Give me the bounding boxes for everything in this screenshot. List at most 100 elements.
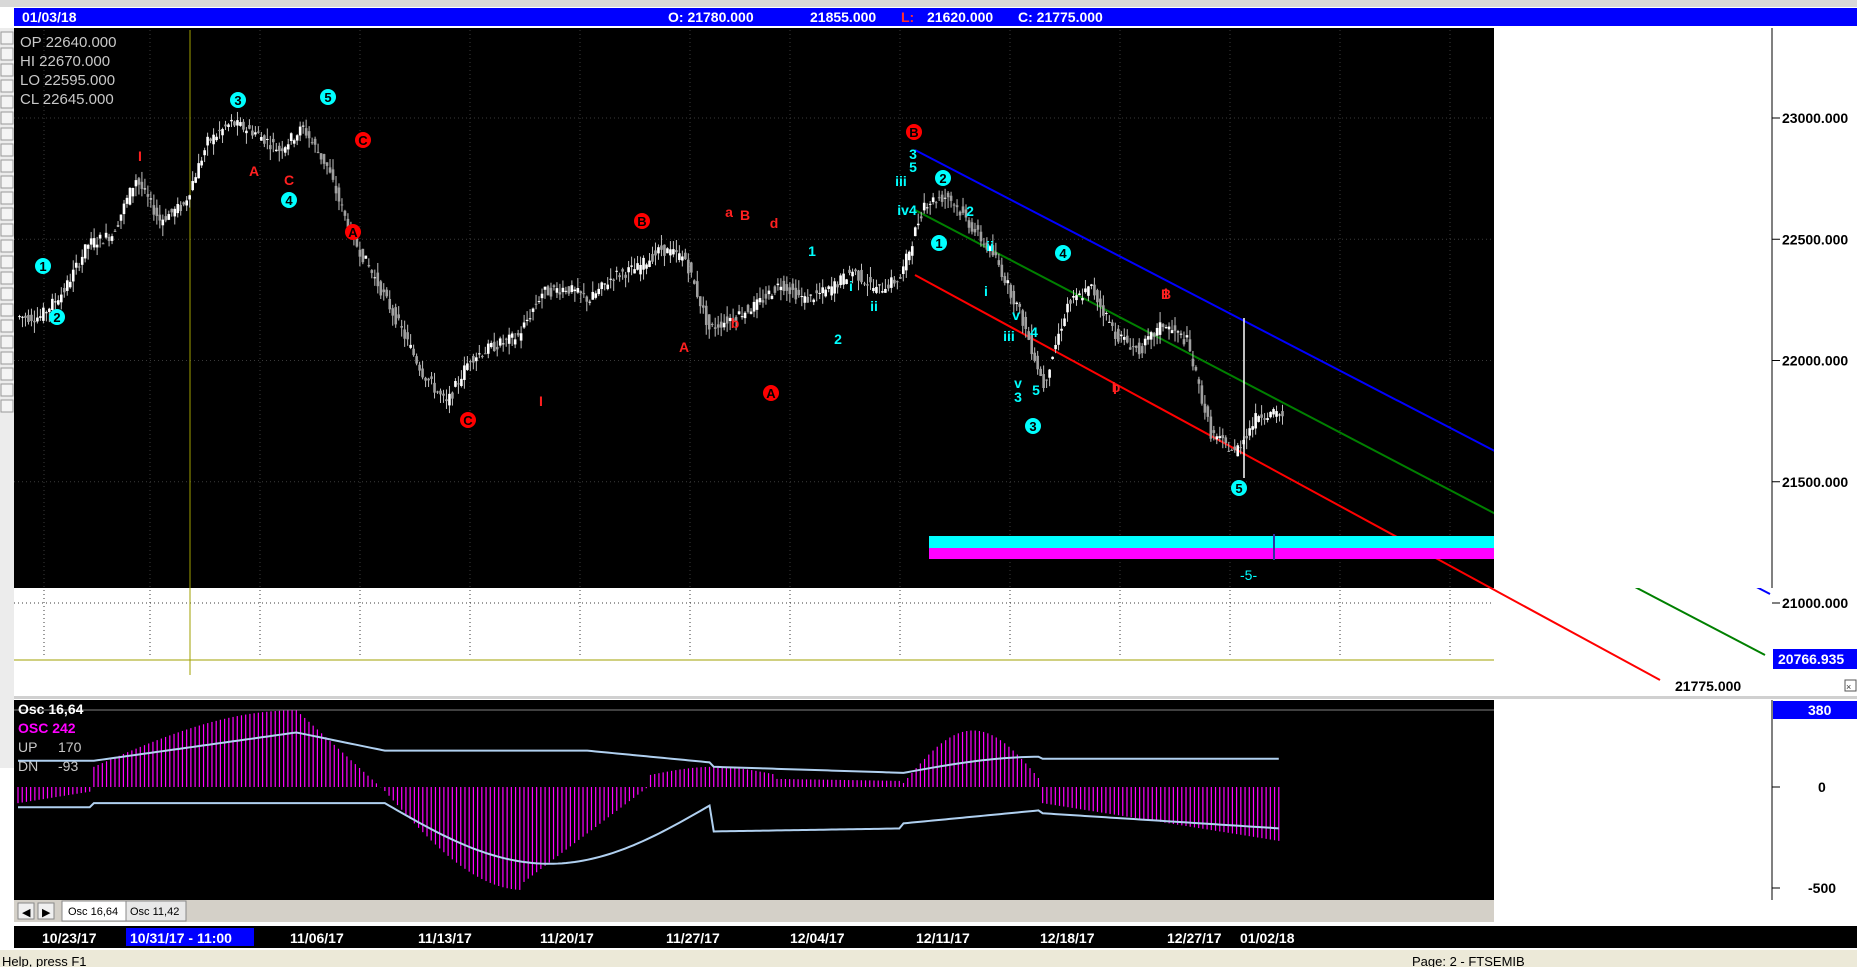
candle-body — [236, 120, 239, 126]
candle-body — [119, 214, 123, 221]
candle-body — [313, 138, 317, 145]
candle-body — [797, 289, 801, 296]
candle-body — [1140, 346, 1144, 354]
candle-body — [507, 334, 511, 344]
candle-body — [1254, 413, 1257, 429]
candle-body — [848, 269, 851, 273]
candle-body — [451, 392, 454, 399]
candle-body — [564, 290, 568, 292]
date-label: 10/23/17 — [42, 930, 97, 946]
wave-label-cyan-circled: 1 — [935, 236, 942, 251]
candle-body — [480, 356, 484, 358]
candle-body — [1078, 293, 1081, 296]
candle-body — [561, 287, 565, 293]
candle-body — [1263, 418, 1266, 420]
candle-body — [630, 265, 633, 267]
candle-body — [89, 238, 93, 245]
candle-body — [1212, 430, 1216, 433]
candle-body — [767, 290, 771, 295]
wave-label-cyan: 2 — [834, 331, 842, 347]
candle-body — [934, 202, 938, 204]
candle-body — [257, 131, 260, 133]
candle-body — [537, 301, 541, 303]
candle-body — [1009, 284, 1013, 298]
current-level-value: 20766.935 — [1778, 651, 1844, 667]
panel-separator[interactable] — [14, 696, 1857, 699]
candle-body — [952, 204, 956, 206]
candle-body — [224, 124, 227, 127]
candle-body — [1072, 295, 1075, 298]
tab-scroll-left-button[interactable]: ◀ — [17, 902, 35, 920]
candle-body — [746, 305, 750, 312]
candle-body — [776, 283, 780, 286]
candle-body — [740, 316, 744, 318]
candle-body — [1224, 437, 1228, 443]
candle-body — [624, 274, 627, 278]
candle-body — [292, 140, 296, 144]
target-label: -5- — [1240, 567, 1257, 583]
tab-scroll-right-button[interactable]: ▶ — [37, 902, 55, 920]
wave-label-cyan-circled: 2 — [939, 171, 946, 186]
candle-body — [131, 187, 135, 197]
candle-body — [845, 279, 848, 285]
candle-body — [21, 316, 24, 318]
candle-body — [1179, 333, 1183, 335]
candle-body — [1143, 338, 1147, 346]
header-open: O: 21780.000 — [668, 9, 754, 25]
candle-body — [388, 298, 392, 310]
candle-body — [24, 315, 27, 318]
candle-body — [110, 236, 114, 241]
candle-body — [71, 269, 75, 282]
wave-label-cyan: iii — [895, 173, 907, 189]
candle-body — [203, 150, 206, 156]
candle-body — [973, 229, 977, 233]
candle-body — [994, 252, 998, 256]
candle-body — [588, 301, 592, 303]
candle-body — [310, 142, 314, 144]
tab-osc-11-42[interactable]: Osc 11,42 — [125, 900, 187, 922]
candle-body — [955, 205, 959, 208]
candle-body — [1215, 436, 1219, 440]
candle-body — [979, 231, 983, 242]
candle-body — [1173, 325, 1177, 331]
candle-body — [403, 329, 406, 339]
candle-body — [528, 318, 532, 320]
candle-body — [928, 203, 932, 205]
wave-label-cyan-circled: 5 — [324, 90, 331, 105]
tab-osc-16-64[interactable]: Osc 16,64 — [61, 900, 127, 922]
svg-text:◀: ◀ — [22, 907, 31, 919]
candle-body — [385, 289, 389, 297]
candle-body — [839, 275, 842, 286]
candle-body — [669, 249, 672, 256]
oscillator-axis — [1494, 700, 1857, 900]
candle-body — [1122, 336, 1126, 340]
candle-body — [74, 262, 78, 268]
candle-body — [48, 308, 51, 312]
candle-body — [436, 391, 439, 393]
scroll-icon[interactable]: × — [1844, 679, 1857, 692]
candle-body — [603, 283, 607, 285]
candle-body — [149, 198, 153, 200]
osc-dn-value: -93 — [58, 758, 78, 774]
wave-label-cyan: ii — [870, 298, 878, 314]
candle-body — [1233, 446, 1237, 451]
candle-body — [854, 269, 857, 272]
candle-body — [690, 262, 693, 273]
wave-label-red-circled: C — [358, 133, 368, 148]
osc-dn-label: DN — [18, 758, 38, 774]
candle-body — [1155, 327, 1159, 336]
candle-body — [194, 177, 197, 183]
candle-body — [881, 291, 884, 293]
candle-body — [1102, 305, 1105, 316]
candle-body — [922, 202, 926, 211]
candle-body — [463, 365, 466, 380]
candle-body — [600, 282, 604, 290]
candle-body — [1251, 426, 1254, 430]
candle-body — [54, 301, 57, 303]
candle-body — [155, 207, 159, 217]
tab-osc-16-64-label: Osc 16,64 — [68, 906, 118, 918]
candle-body — [1036, 355, 1039, 370]
candle-body — [785, 284, 789, 291]
date-label: 01/02/18 — [1240, 930, 1295, 946]
candle-body — [866, 284, 869, 286]
